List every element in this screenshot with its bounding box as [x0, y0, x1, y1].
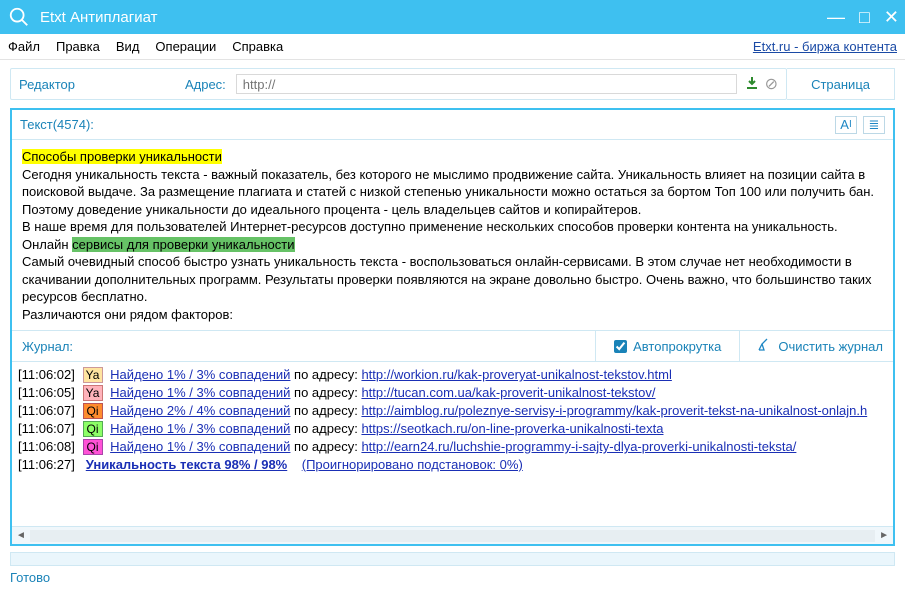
engine-badge: Qi	[83, 439, 103, 455]
journal-body[interactable]: [11:06:02] Ya Найдено 1% / 3% совпадений…	[12, 362, 893, 526]
journal-row: [11:06:08] Qi Найдено 1% / 3% совпадений…	[18, 438, 887, 456]
match-link[interactable]: Найдено 1% / 3% совпадений	[110, 421, 290, 436]
text-line: Различаются они рядом факторов:	[22, 307, 233, 322]
url-link[interactable]: https://seotkach.ru/on-line-proverka-uni…	[361, 421, 663, 436]
match-link[interactable]: Найдено 1% / 3% совпадений	[110, 385, 290, 400]
match-link[interactable]: Найдено 1% / 3% совпадений	[110, 367, 290, 382]
journal-row: [11:06:07] Qi Найдено 2% / 4% совпадений…	[18, 402, 887, 420]
editor-toolbar: Редактор Адрес: ⊘	[10, 68, 787, 100]
menu-operations[interactable]: Операции	[155, 39, 216, 54]
menu-view[interactable]: Вид	[116, 39, 140, 54]
menu-edit[interactable]: Правка	[56, 39, 100, 54]
tab-page[interactable]: Страница	[787, 68, 895, 100]
minimize-button[interactable]: —	[827, 7, 845, 28]
journal-time: [11:06:02]	[18, 367, 75, 382]
clear-journal-button[interactable]: Очистить журнал	[756, 338, 883, 355]
menu-help[interactable]: Справка	[232, 39, 283, 54]
text-count-label: Текст(4574):	[20, 117, 94, 132]
address-input[interactable]	[236, 74, 737, 94]
main-area: Текст(4574): AI ≣ Способы проверки уника…	[10, 108, 895, 546]
journal-row: [11:06:02] Ya Найдено 1% / 3% совпадений…	[18, 366, 887, 384]
window-title: Etxt Антиплагиат	[40, 9, 827, 26]
scroll-left-icon[interactable]: ◄	[16, 530, 26, 541]
url-link[interactable]: http://workion.ru/kak-proveryat-unikalno…	[361, 367, 671, 382]
journal-time: [11:06:05]	[18, 385, 75, 400]
toolbar-row: Редактор Адрес: ⊘ Страница	[0, 60, 905, 104]
text-line: В наше время для пользователей Интернет-…	[22, 219, 838, 234]
journal-time: [11:06:08]	[18, 439, 75, 454]
title-bar: Etxt Антиплагиат — □ ✕	[0, 0, 905, 34]
scroll-track[interactable]	[30, 530, 875, 542]
text-header: Текст(4574): AI ≣	[12, 110, 893, 140]
paragraph-icon[interactable]: ≣	[863, 116, 885, 134]
journal-row: [11:06:05] Ya Найдено 1% / 3% совпадений…	[18, 384, 887, 402]
engine-badge: Ya	[83, 367, 103, 383]
status-text: Готово	[10, 570, 50, 585]
app-logo	[6, 4, 32, 30]
horizontal-scrollbar[interactable]: ◄ ►	[12, 526, 893, 544]
highlighted-text: Способы проверки уникальности	[22, 149, 222, 164]
url-link[interactable]: http://tucan.com.ua/kak-proverit-unikaln…	[361, 385, 655, 400]
address-label: Адрес:	[185, 77, 226, 92]
engine-badge: Ya	[83, 385, 103, 401]
font-icon[interactable]: AI	[835, 116, 857, 134]
menu-file[interactable]: Файл	[8, 39, 40, 54]
journal-row: [11:06:07] Qi Найдено 1% / 3% совпадений…	[18, 420, 887, 438]
status-bar: Готово	[0, 568, 905, 591]
url-link[interactable]: http://earn24.ru/luchshie-programmy-i-sa…	[361, 439, 796, 454]
maximize-button[interactable]: □	[859, 7, 870, 28]
status-separator	[10, 552, 895, 566]
close-button[interactable]: ✕	[884, 7, 899, 28]
engine-badge: Qi	[83, 403, 103, 419]
uniqueness-result: Уникальность текста 98% / 98%	[86, 457, 288, 472]
highlighted-text: сервисы для проверки уникальности	[72, 237, 294, 252]
scroll-right-icon[interactable]: ►	[879, 530, 889, 541]
journal-time: [11:06:07]	[18, 403, 75, 418]
autoscroll-toggle[interactable]: Автопрокрутка	[595, 331, 740, 361]
autoscroll-checkbox[interactable]	[614, 340, 627, 353]
menu-bar: Файл Правка Вид Операции Справка Etxt.ru…	[0, 34, 905, 60]
broom-icon	[756, 338, 770, 355]
url-link[interactable]: http://aimblog.ru/poleznye-servisy-i-pro…	[361, 403, 867, 418]
text-line: Самый очевидный способ быстро узнать уни…	[22, 254, 872, 304]
editor-label: Редактор	[19, 77, 75, 92]
cancel-icon[interactable]: ⊘	[765, 74, 778, 94]
engine-badge: Qi	[83, 421, 103, 437]
journal-label: Журнал:	[22, 339, 579, 354]
etxt-link[interactable]: Etxt.ru - биржа контента	[753, 39, 897, 54]
match-link[interactable]: Найдено 1% / 3% совпадений	[110, 439, 290, 454]
match-link[interactable]: Найдено 2% / 4% совпадений	[110, 403, 290, 418]
window-controls: — □ ✕	[827, 7, 899, 28]
text-line: Онлайн	[22, 237, 72, 252]
journal-result-row: [11:06:27] Уникальность текста 98% / 98%…	[18, 456, 887, 473]
text-line: Сегодня уникальность текста - важный пок…	[22, 167, 874, 217]
journal-time: [11:06:07]	[18, 421, 75, 436]
journal-header: Журнал: Автопрокрутка Очистить журнал	[12, 330, 893, 362]
text-editor[interactable]: Способы проверки уникальности Сегодня ун…	[12, 140, 893, 330]
journal-time: [11:06:27]	[18, 457, 75, 472]
ignored-link[interactable]: (Проигнорировано подстановок: 0%)	[302, 457, 523, 472]
download-icon[interactable]	[745, 76, 759, 93]
